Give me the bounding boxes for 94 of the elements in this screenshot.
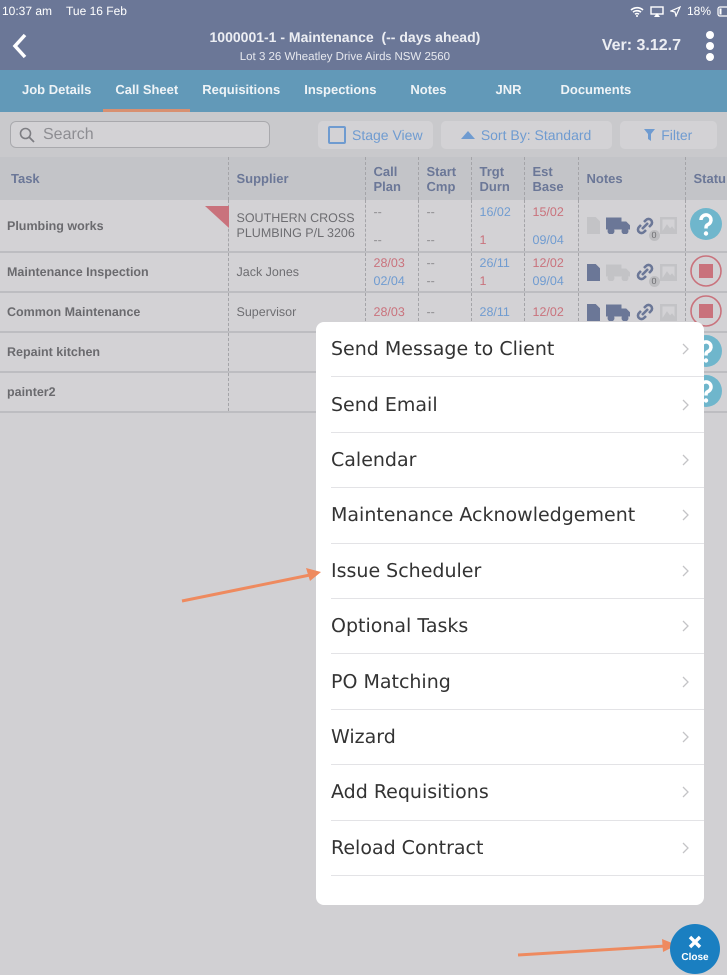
date-value: 28/03 <box>374 305 406 319</box>
date-value: 12/02 <box>532 256 565 270</box>
stop-icon[interactable] <box>690 294 722 326</box>
table-cell: Repaint kitchen <box>0 332 228 372</box>
column-header: Est Base <box>532 164 564 194</box>
link-icon[interactable] <box>636 263 654 281</box>
date-value: 09/04 <box>532 232 565 246</box>
table-cell: Maintenance Inspection <box>0 252 228 292</box>
close-icon <box>688 935 702 949</box>
chevron-right-icon <box>682 343 689 356</box>
date-value: -- <box>426 274 436 288</box>
tab[interactable]: Job Details <box>10 70 104 112</box>
table-cell-text: Supervisor <box>236 304 298 320</box>
chevron-right-icon <box>682 730 689 743</box>
table-cell-text: SOUTHERN CROSS PLUMBING P/L 3206 <box>236 210 356 240</box>
column-header: Notes <box>586 171 623 186</box>
menu-item[interactable]: Reload Contract <box>331 820 704 876</box>
date-value: -- <box>426 305 436 319</box>
link-icon[interactable] <box>636 216 654 234</box>
chevron-right-icon <box>682 398 689 411</box>
table-cell-text: Jack Jones <box>236 264 300 280</box>
menu-item[interactable]: Issue Scheduler <box>331 544 704 599</box>
filter-icon <box>644 128 656 140</box>
table-cell: painter2 <box>0 372 228 412</box>
column-header: Supplier <box>236 171 289 186</box>
chevron-right-icon <box>682 564 689 577</box>
menu-item[interactable]: Send Email <box>331 377 704 433</box>
triangle-up-icon <box>460 130 475 138</box>
job-title: 1000001-1 - Maintenance (-- days ahead) <box>208 29 482 45</box>
question-icon[interactable] <box>690 208 722 240</box>
checkbox[interactable] <box>328 126 346 144</box>
menu-item[interactable]: Optional Tasks <box>331 598 704 654</box>
status-date: Tue 16 Feb <box>66 4 127 18</box>
date-value: -- <box>426 232 436 246</box>
stage-view-label: Stage View <box>352 126 423 142</box>
menu-item[interactable]: Maintenance Acknowledgement <box>331 488 704 544</box>
date-value: -- <box>426 256 436 270</box>
date-value: 28/11 <box>480 305 511 319</box>
search-icon <box>19 127 35 143</box>
date-value: 15/02 <box>532 204 565 218</box>
date-value: -- <box>426 204 436 218</box>
truck-icon[interactable] <box>606 304 630 320</box>
date-value: 02/04 <box>374 274 406 288</box>
menu-item[interactable]: Add Requisitions <box>331 765 704 821</box>
menu-item[interactable]: Wizard <box>331 710 704 766</box>
link-icon[interactable] <box>636 303 654 321</box>
status-time: 10:37 am <box>2 4 52 18</box>
tab[interactable]: JNR <box>468 70 548 112</box>
screen-mirroring-icon <box>650 6 664 16</box>
date-value: 16/02 <box>480 204 512 218</box>
column-header: Task <box>11 171 40 186</box>
version-label: Ver: 3.12.7 <box>602 37 681 55</box>
more-menu-icon[interactable] <box>705 31 715 61</box>
link-count-badge: 0 <box>648 276 660 287</box>
chevron-right-icon <box>682 676 689 688</box>
stop-icon[interactable] <box>690 254 722 286</box>
date-value: 12/02 <box>532 305 565 319</box>
date-value: 1 <box>480 232 488 246</box>
chevron-right-icon <box>682 786 689 798</box>
table-cell: Plumbing works <box>0 200 228 252</box>
menu-item[interactable]: Send Message to Client <box>331 322 704 378</box>
chevron-right-icon <box>682 842 689 854</box>
table-cell: Common Maintenance <box>0 292 228 332</box>
date-value: 1 <box>480 274 488 288</box>
column-header: Trgt Durn <box>480 164 510 194</box>
column-header: Statu <box>694 171 726 186</box>
date-value: 26/11 <box>480 256 511 270</box>
chevron-right-icon <box>682 454 689 466</box>
search-field[interactable]: Search <box>10 121 270 148</box>
tab[interactable]: Notes <box>388 70 468 112</box>
close-button[interactable]: Close <box>670 924 720 974</box>
job-address: Lot 3 26 Wheatley Drive Airds NSW 2560 <box>238 51 452 63</box>
battery-percent: 18% <box>686 4 711 18</box>
link-count-badge: 0 <box>648 230 660 240</box>
document-icon[interactable] <box>586 304 600 320</box>
tab[interactable]: Inspections <box>292 70 388 112</box>
menu-item[interactable]: PO Matching <box>331 654 704 710</box>
wifi-icon <box>630 6 644 16</box>
menu-item[interactable]: Calendar <box>331 432 704 488</box>
back-icon[interactable] <box>12 33 28 59</box>
tab[interactable]: Requisitions <box>190 70 292 112</box>
column-header: Call Plan <box>374 164 401 194</box>
date-value: -- <box>374 204 383 218</box>
chevron-right-icon <box>682 620 689 632</box>
chevron-right-icon <box>682 509 689 522</box>
truck-icon[interactable] <box>606 217 630 234</box>
document-icon[interactable] <box>586 264 600 280</box>
date-value: 09/04 <box>532 274 565 288</box>
column-header: Start Cmp <box>426 164 456 194</box>
battery-icon <box>717 6 727 16</box>
location-icon <box>670 6 681 16</box>
tab[interactable]: Documents <box>548 70 644 112</box>
date-value: -- <box>374 232 383 246</box>
date-value: 28/03 <box>374 256 406 270</box>
